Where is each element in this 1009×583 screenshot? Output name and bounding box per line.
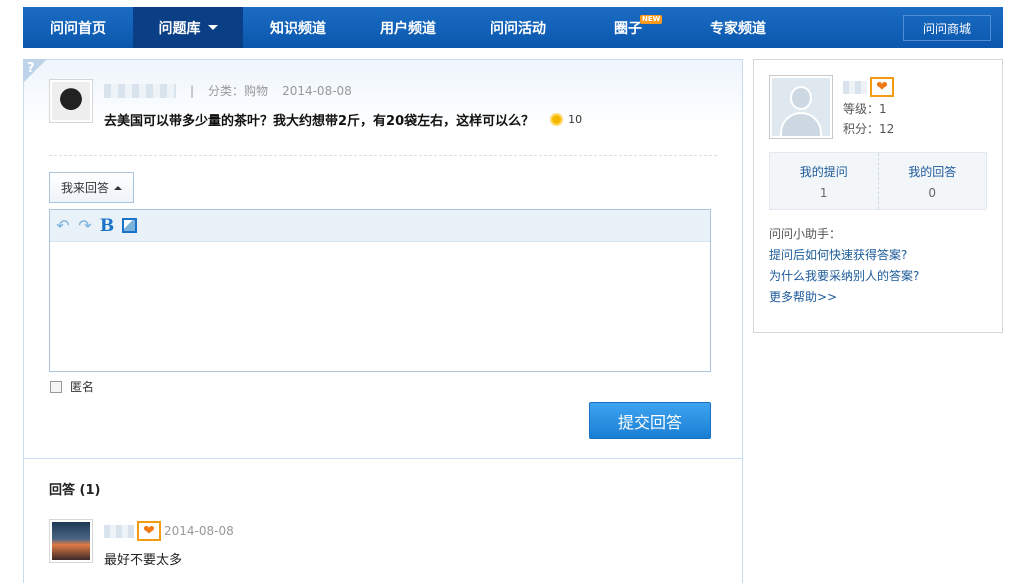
- user-info: ❤ 等级：1 积分：12: [843, 76, 894, 138]
- question-mark-icon: ?: [23, 59, 47, 83]
- stat-label: 我的回答: [908, 164, 957, 179]
- nav-item-users[interactable]: 用户频道: [353, 7, 463, 48]
- answer-meta: ❤ 2014-08-08: [104, 521, 234, 541]
- divider: [49, 155, 717, 156]
- nav-label: 知识频道: [270, 20, 326, 37]
- answer-date: 2014-08-08: [164, 524, 234, 538]
- helper-link-more-help[interactable]: 更多帮助>>: [769, 287, 919, 308]
- avatar-image: [52, 82, 90, 120]
- redo-icon[interactable]: ↷: [77, 216, 93, 235]
- caret-down-icon: [207, 25, 218, 30]
- undo-icon[interactable]: ↶: [55, 216, 71, 235]
- coin-icon: [550, 113, 564, 126]
- nav-item-experts[interactable]: 专家频道: [683, 7, 793, 48]
- question-meta: | 分类：购物 2014-08-08: [104, 82, 352, 99]
- caret-up-icon: [114, 185, 122, 190]
- user-avatar[interactable]: [769, 75, 833, 139]
- heart-icon: ❤: [870, 77, 894, 97]
- nav-label: 圈子: [614, 20, 642, 37]
- helper-link-fast-answer[interactable]: 提问后如何快速获得答案?: [769, 245, 919, 266]
- nav-item-circles[interactable]: 圈子 NEW: [573, 7, 683, 48]
- question-reward: 10: [568, 113, 583, 126]
- answer-text: 最好不要太多: [104, 553, 183, 568]
- question-title: 去美国可以带多少量的茶叶？我大约想带2斤，有20袋左右，这样可以么？: [104, 114, 535, 129]
- stat-value: 1: [819, 185, 828, 200]
- user-sidebar: ❤ 等级：1 积分：12 我的提问 1 我的回答 0 问问小助手： 提问后如何快…: [753, 59, 1003, 333]
- answerer-avatar[interactable]: [49, 519, 93, 563]
- anonymous-checkbox[interactable]: [50, 380, 62, 393]
- default-user-icon: [772, 78, 830, 136]
- submit-answer-button[interactable]: 提交回答: [589, 402, 711, 439]
- helper-section: 问问小助手： 提问后如何快速获得答案? 为什么我要采纳别人的答案? 更多帮助>>: [769, 224, 919, 308]
- nav-label: 问问首页: [50, 20, 106, 37]
- nav-item-events[interactable]: 问问活动: [463, 7, 573, 48]
- anonymous-label: 匿名: [70, 380, 95, 394]
- nav-label: 专家频道: [710, 20, 766, 37]
- new-badge: NEW: [640, 15, 663, 24]
- user-name-row: ❤: [843, 76, 894, 98]
- toggle-label: 我来回答: [60, 181, 109, 195]
- user-body-shape: [780, 112, 822, 136]
- meta-separator: |: [190, 83, 195, 98]
- question-title-row: 去美国可以带多少量的茶叶？我大约想带2斤，有20袋左右，这样可以么？ 10: [104, 110, 582, 129]
- nav-item-question-library[interactable]: 问题库: [133, 7, 243, 48]
- user-points: 积分：12: [843, 122, 895, 136]
- image-icon: [121, 218, 137, 233]
- nav-item-knowledge[interactable]: 知识频道: [243, 7, 353, 48]
- shop-button[interactable]: 问问商城: [903, 15, 991, 41]
- question-category[interactable]: 分类：购物: [208, 82, 268, 99]
- question-section: ? | 分类：购物 2014-08-08 去美国可以带多少量的茶叶？我大约想带2…: [23, 59, 742, 458]
- nav-item-home[interactable]: 问问首页: [23, 7, 133, 48]
- stat-label: 我的提问: [799, 164, 848, 179]
- nav-label: 问题库: [158, 20, 201, 37]
- heart-icon: ❤: [137, 521, 161, 541]
- user-stats: 我的提问 1 我的回答 0: [769, 152, 987, 210]
- top-nav: 问问首页 问题库 知识频道 用户频道 问问活动 圈子 NEW 专家频道 问问商城: [23, 7, 1003, 48]
- nav-label: 问问活动: [490, 20, 546, 37]
- anonymous-option[interactable]: 匿名: [50, 378, 94, 395]
- my-answers-stat[interactable]: 我的回答 0: [877, 153, 987, 209]
- answer-editor: ↶ ↷ B: [49, 209, 711, 372]
- my-questions-stat[interactable]: 我的提问 1: [770, 153, 878, 209]
- main-panel: ? | 分类：购物 2014-08-08 去美国可以带多少量的茶叶？我大约想带2…: [23, 59, 743, 583]
- my-answer-toggle-button[interactable]: 我来回答: [49, 172, 134, 203]
- helper-title: 问问小助手：: [769, 227, 842, 241]
- insert-image-button[interactable]: [121, 217, 137, 235]
- answers-title: 回答 (1): [49, 483, 101, 498]
- stat-value: 0: [928, 185, 937, 200]
- user-name-blurred[interactable]: [843, 80, 867, 94]
- avatar-image: [52, 522, 90, 560]
- user-head-shape: [790, 86, 812, 110]
- user-level: 等级：1: [843, 102, 887, 116]
- helper-link-accept-answer[interactable]: 为什么我要采纳别人的答案?: [769, 266, 919, 287]
- nav-label: 用户频道: [380, 20, 436, 37]
- answer-textarea[interactable]: [50, 242, 710, 371]
- asker-name-blurred[interactable]: [104, 83, 176, 98]
- question-date: 2014-08-08: [282, 83, 352, 98]
- answers-section: 回答 (1) ❤ 2014-08-08 最好不要太多: [24, 459, 742, 583]
- answerer-name-blurred[interactable]: [104, 524, 134, 538]
- editor-toolbar: ↶ ↷ B: [50, 210, 710, 242]
- bold-icon[interactable]: B: [99, 216, 115, 236]
- asker-avatar[interactable]: [49, 79, 93, 123]
